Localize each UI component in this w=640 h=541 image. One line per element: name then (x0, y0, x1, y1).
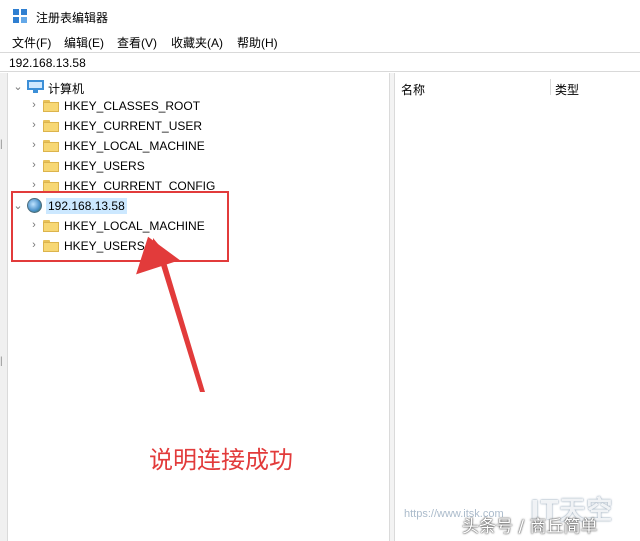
annotation-arrow (136, 236, 205, 392)
arrow-head (136, 236, 180, 275)
watermark-source: 头条号 / 商丘简单 (462, 517, 598, 537)
annotation-text: 说明连接成功 (149, 446, 293, 474)
watermark: IT天空 https://www.itsk.com 头条号 / 商丘简单 (404, 490, 640, 540)
